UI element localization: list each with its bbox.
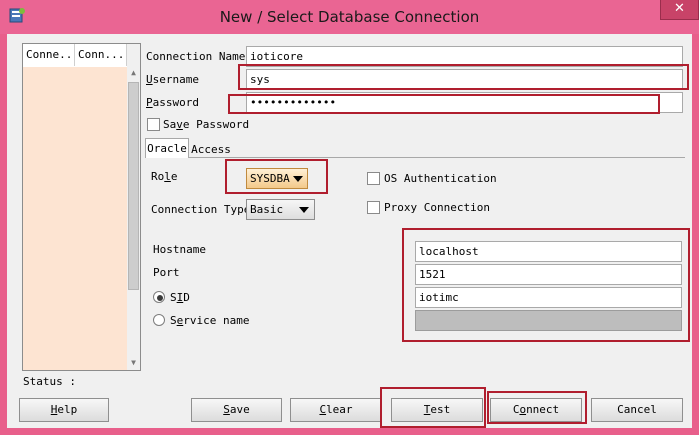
scrollbar-thumb[interactable] (128, 82, 139, 290)
save-password-checkbox[interactable] (147, 118, 160, 131)
sid-label: SID (170, 291, 190, 304)
window-title: New / Select Database Connection (219, 8, 480, 26)
role-label: Role (151, 170, 178, 183)
tab-oracle[interactable]: Oracle (145, 138, 189, 158)
role-highlight (225, 159, 328, 194)
close-icon: ✕ (674, 1, 685, 16)
connection-details-highlight (402, 228, 690, 342)
proxy-connection-checkbox[interactable] (367, 201, 380, 214)
password-highlight (228, 94, 660, 114)
service-name-label: Service name (170, 314, 250, 327)
clear-button[interactable]: Clear (290, 398, 382, 422)
save-password-label: Save Password (163, 118, 250, 131)
sid-radio[interactable] (153, 291, 165, 303)
username-highlight (238, 64, 689, 90)
username-label: Username (146, 73, 199, 86)
connections-list-body[interactable] (23, 67, 127, 370)
connect-button-highlight (487, 391, 587, 424)
scroll-down-icon[interactable]: ▼ (127, 358, 140, 367)
hostname-label: Hostname (153, 243, 206, 256)
port-label: Port (153, 266, 180, 279)
close-button[interactable]: ✕ (660, 0, 699, 20)
os-authentication-checkbox[interactable] (367, 172, 380, 185)
os-authentication-label: OS Authentication (384, 172, 497, 185)
tab-access[interactable]: Access (189, 141, 233, 158)
service-name-radio[interactable] (153, 314, 165, 326)
save-button[interactable]: Save (191, 398, 282, 422)
connection-type-label: Connection Type (151, 203, 251, 216)
proxy-connection-label: Proxy Connection (384, 201, 490, 214)
help-button[interactable]: Help (19, 398, 109, 422)
scroll-up-icon[interactable]: ▲ (127, 68, 140, 77)
connection-type-dropdown-icon[interactable] (299, 207, 309, 213)
sid-radio-selected-dot (157, 295, 163, 301)
password-label: Password (146, 96, 199, 109)
column-header-connection-2[interactable]: Conn... (75, 44, 127, 66)
test-button-highlight (380, 387, 486, 428)
cancel-button[interactable]: Cancel (591, 398, 683, 422)
connection-name-label: Connection Name (146, 50, 246, 63)
status-label: Status : (23, 375, 76, 388)
column-header-connection[interactable]: Conne... (23, 44, 79, 66)
